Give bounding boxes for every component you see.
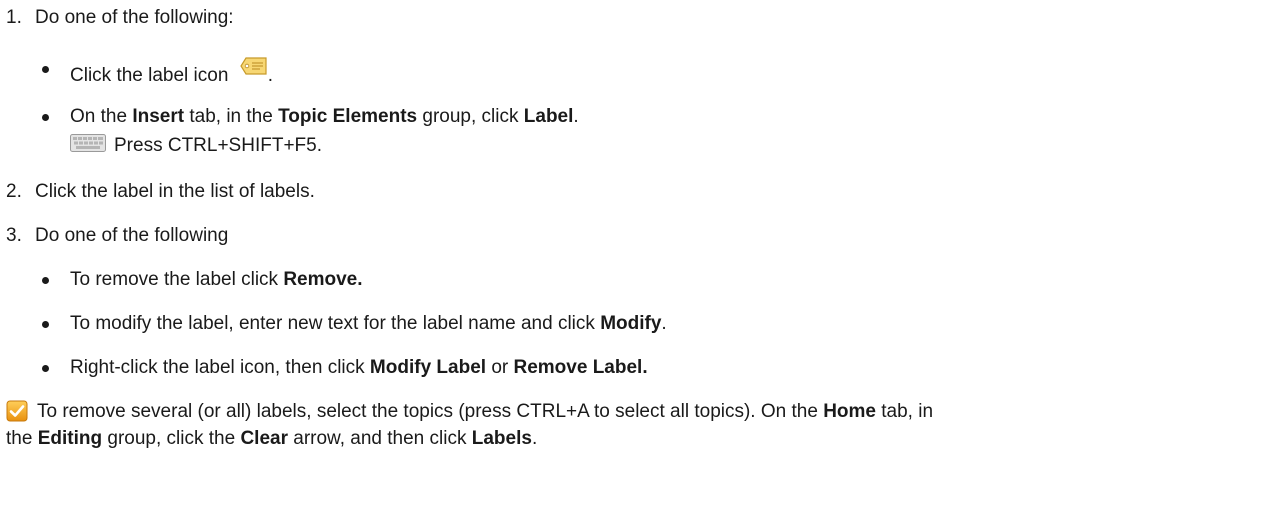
bold-term: Clear: [240, 428, 288, 449]
text-run: tab, in: [875, 401, 934, 422]
text-run: On the: [70, 106, 133, 127]
text-run: arrow, and then click: [287, 428, 472, 449]
step-text: Do one of the following:: [35, 7, 234, 28]
step-3: 3. Do one of the following: [6, 224, 228, 248]
step-1-option-icon: Click the label icon .: [70, 57, 273, 88]
bullet-marker: [42, 321, 49, 328]
text-run: To remove the label click: [70, 269, 284, 290]
text-run: .: [531, 428, 538, 449]
text-run: .: [661, 313, 667, 334]
bold-term: Home: [823, 401, 876, 422]
bold-term: Remove.: [283, 269, 363, 290]
text-run: Press CTRL+SHIFT+F5.: [114, 135, 322, 156]
bold-term: Remove Label.: [513, 357, 648, 378]
help-page: { "steps": { "s1": { "number": "1.", "te…: [0, 0, 1261, 512]
bold-term: Editing: [37, 428, 103, 449]
text-run: To modify the label, enter new text for …: [70, 313, 601, 334]
text-run: .: [573, 106, 579, 127]
step-2: 2. Click the label in the list of labels…: [6, 180, 315, 204]
step-number: 2.: [6, 181, 22, 202]
text-run: Right-click the label icon, then click: [70, 357, 370, 378]
bold-term: Modify Label: [369, 357, 487, 378]
bullet-marker: [42, 66, 49, 73]
tip-line-1: To remove several (or all) labels, selec…: [37, 400, 933, 424]
step-text: Click the label in the list of labels.: [35, 181, 315, 202]
step-3-option-rightclick: Right-click the label icon, then click M…: [70, 356, 648, 380]
step-text: Do one of the following: [35, 225, 229, 246]
checkbox-tip-icon: [6, 400, 28, 422]
bullet-marker: [42, 277, 49, 284]
text-run: or: [486, 357, 514, 378]
text-run: the: [6, 428, 38, 449]
text-run: tab, in the: [184, 106, 279, 127]
label-tag-icon: [239, 57, 268, 75]
text-run: group, click: [417, 106, 524, 127]
bold-term: Label: [523, 106, 574, 127]
step-3-option-modify: To modify the label, enter new text for …: [70, 312, 667, 336]
step-1-shortcut: Press CTRL+SHIFT+F5.: [70, 134, 322, 158]
keyboard-icon: [70, 134, 106, 152]
text-run: To remove several (or all) labels, selec…: [37, 401, 824, 422]
step-1-option-ribbon: On the Insert tab, in the Topic Elements…: [70, 105, 579, 129]
bold-term: Topic Elements: [278, 106, 418, 127]
bullet-marker: [42, 365, 49, 372]
bold-term: Labels: [471, 428, 532, 449]
bold-term: Modify: [600, 313, 662, 334]
text-run: Click the label icon: [70, 65, 229, 86]
bullet-marker: [42, 114, 49, 121]
step-number: 1.: [6, 7, 22, 28]
tip-line-2: the Editing group, click the Clear arrow…: [6, 427, 537, 451]
text-run: group, click the: [102, 428, 241, 449]
bold-term: Insert: [132, 106, 185, 127]
step-1: 1. Do one of the following:: [6, 6, 234, 30]
step-3-option-remove: To remove the label click Remove.: [70, 268, 363, 292]
step-number: 3.: [6, 225, 22, 246]
text-run: .: [267, 65, 273, 86]
